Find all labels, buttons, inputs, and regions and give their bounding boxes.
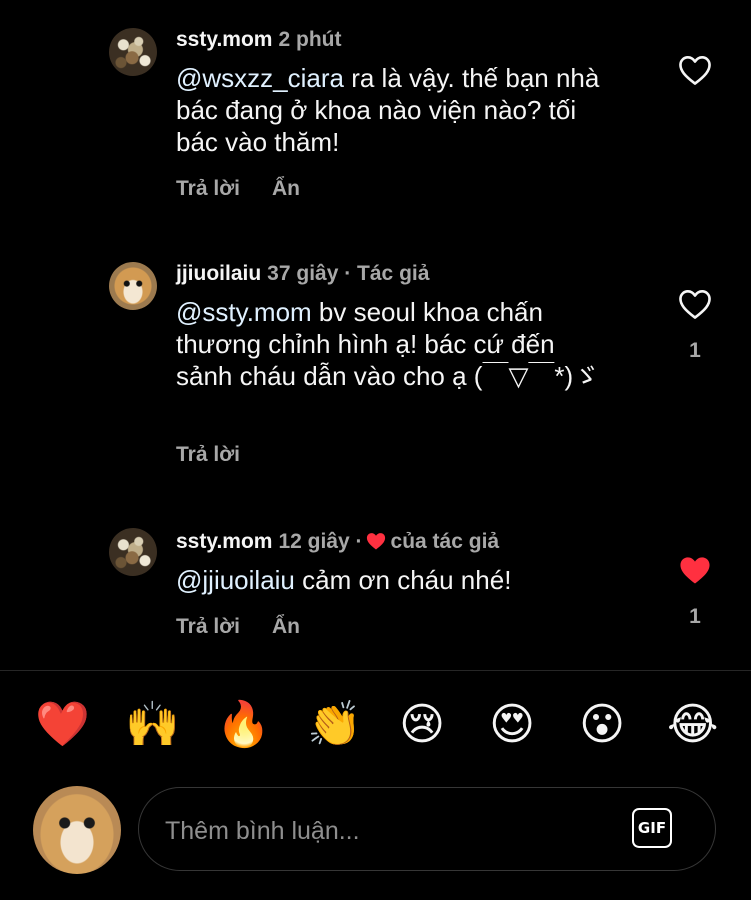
reaction-red-heart[interactable]: ❤️ — [35, 700, 90, 750]
heart-outline-icon[interactable] — [677, 54, 713, 86]
quick-reaction-bar: ❤️ 🙌 🔥 👏 😢 😍 😮 😂 — [0, 700, 751, 756]
hide-button[interactable]: Ẩn — [272, 177, 300, 200]
like-count[interactable]: 1 — [680, 339, 710, 363]
comment-text: cảm ơn cháu nhé! — [294, 565, 512, 595]
comment-time: 2 phút — [278, 28, 342, 51]
comment-actions: Trả lời Ẩn — [176, 615, 332, 639]
reply-button[interactable]: Trả lời — [176, 615, 240, 638]
like-count[interactable]: 1 — [680, 605, 710, 629]
reaction-surprised[interactable]: 😮 — [577, 700, 627, 750]
reaction-heart-eyes[interactable]: 😍 — [487, 700, 537, 750]
gif-button[interactable]: GIF — [632, 808, 672, 848]
reaction-raising-hands[interactable]: 🙌 — [125, 700, 180, 750]
comment-mention[interactable]: @ssty.mom — [176, 297, 312, 327]
reply-button[interactable]: Trả lời — [176, 443, 240, 466]
comment-actions: Trả lời Ẩn — [176, 177, 332, 201]
comment-composer: GIF — [138, 787, 716, 871]
current-user-avatar — [33, 786, 121, 874]
avatar[interactable] — [109, 528, 157, 576]
comment-mention[interactable]: @jjiuoilaiu — [176, 565, 295, 595]
liked-by-author-label: của tác giả — [390, 530, 500, 553]
heart-filled-icon — [366, 533, 385, 550]
hide-button[interactable]: Ẩn — [272, 615, 300, 638]
comment-header: jjiuoilaiu 37 giây · Tác giả — [176, 262, 429, 286]
comment-author[interactable]: ssty.mom — [176, 530, 272, 553]
reaction-fire[interactable]: 🔥 — [216, 700, 271, 750]
comment-body: @ssty.mom bv seoul khoa chấn thương chỉn… — [176, 296, 616, 392]
comment-author[interactable]: jjiuoilaiu — [176, 262, 261, 285]
divider — [0, 670, 751, 671]
comment-actions: Trả lời — [176, 443, 272, 467]
reaction-clapping[interactable]: 👏 — [307, 700, 362, 750]
comment-time: 37 giây · Tác giả — [267, 262, 430, 285]
comment-body: @wsxzz_ciara ra là vậy. thế bạn nhà bác … — [176, 62, 616, 158]
comment-mention[interactable]: @wsxzz_ciara — [176, 63, 344, 93]
comment-header: ssty.mom 12 giây · của tác giả — [176, 530, 499, 554]
reply-button[interactable]: Trả lời — [176, 177, 240, 200]
avatar[interactable] — [109, 262, 157, 310]
heart-filled-icon[interactable] — [677, 554, 713, 586]
comment-author[interactable]: ssty.mom — [176, 28, 272, 51]
reaction-crying[interactable]: 😢 — [397, 700, 447, 750]
heart-outline-icon[interactable] — [677, 288, 713, 320]
reaction-laughing[interactable]: 😂 — [667, 700, 718, 750]
comment-header: ssty.mom 2 phút — [176, 28, 341, 52]
comment-time: 12 giây · — [278, 530, 363, 553]
comment-body: @jjiuoilaiu cảm ơn cháu nhé! — [176, 564, 616, 596]
avatar[interactable] — [109, 28, 157, 76]
comment-input[interactable] — [163, 808, 607, 854]
